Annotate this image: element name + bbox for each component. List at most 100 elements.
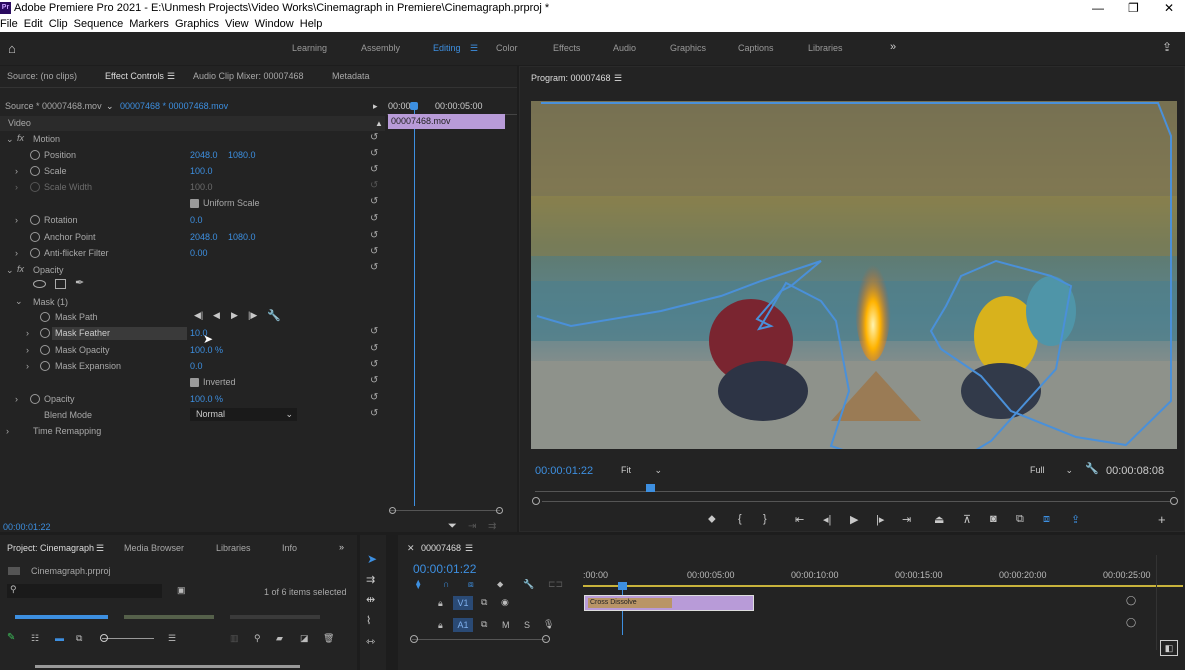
- track-back-frame-icon[interactable]: ◀: [213, 310, 220, 321]
- mask-expansion-value[interactable]: 0.0: [190, 359, 203, 374]
- ripple-edit-tool-icon[interactable]: ⇹: [366, 593, 375, 606]
- menu-help[interactable]: Help: [300, 18, 323, 30]
- collapse-chevron-icon[interactable]: ⌄: [6, 263, 14, 278]
- inverted-checkbox[interactable]: [190, 378, 199, 387]
- linked-selection-icon[interactable]: ⧈: [468, 579, 474, 590]
- sequence-clip-link[interactable]: 00007468 * 00007468.mov: [120, 99, 228, 114]
- menu-view[interactable]: View: [225, 18, 249, 30]
- track-backward-icon[interactable]: ◀|: [194, 310, 203, 321]
- tab-audio-clip-mixer[interactable]: Audio Clip Mixer: 00007468: [193, 71, 304, 81]
- workspace-graphics[interactable]: Graphics: [670, 43, 706, 53]
- pen-mask-icon[interactable]: ✒: [75, 276, 84, 289]
- more-workspaces-icon[interactable]: »: [890, 41, 896, 53]
- go-to-in-icon[interactable]: ⇤: [795, 513, 804, 526]
- go-to-out-icon[interactable]: ⇥: [902, 513, 911, 526]
- thumbnail[interactable]: [124, 615, 214, 619]
- fit-select[interactable]: Fit ⌄: [617, 463, 665, 477]
- fx-icon[interactable]: fx: [17, 131, 24, 146]
- video-frame[interactable]: [531, 101, 1177, 449]
- zoom-handle-right[interactable]: [542, 635, 550, 643]
- mini-clip-bar[interactable]: 00007468.mov: [388, 114, 505, 129]
- program-title[interactable]: Program: 00007468: [531, 71, 611, 86]
- ellipse-mask-icon[interactable]: [33, 280, 46, 288]
- step-forward-icon[interactable]: |▸: [876, 513, 884, 526]
- new-bin-icon[interactable]: ▣: [177, 585, 186, 596]
- reset-icon[interactable]: ↺: [370, 343, 378, 354]
- panel-menu-icon[interactable]: ☰: [167, 71, 175, 82]
- horizontal-scrollbar[interactable]: [35, 665, 300, 668]
- mark-out-icon[interactable]: }: [763, 513, 767, 525]
- rotation-value[interactable]: 0.0: [190, 213, 203, 228]
- workspace-libraries[interactable]: Libraries: [808, 43, 843, 53]
- workspace-learning[interactable]: Learning: [292, 43, 327, 53]
- stopwatch-icon[interactable]: [30, 248, 40, 258]
- expand-chevron-icon[interactable]: ›: [15, 164, 18, 179]
- wrench-icon[interactable]: 🔧: [1085, 462, 1099, 475]
- expand-chevron-icon[interactable]: ›: [15, 246, 18, 261]
- reset-icon[interactable]: ↺: [370, 392, 378, 403]
- anti-flicker-value[interactable]: 0.00: [190, 246, 208, 261]
- add-marker-icon[interactable]: ⬥: [708, 513, 716, 526]
- add-marker-icon[interactable]: ⬥: [497, 579, 503, 590]
- sync-lock-icon[interactable]: ⧉: [481, 619, 487, 630]
- thumbnail-selected[interactable]: [15, 615, 108, 619]
- thumbnail[interactable]: [230, 615, 320, 619]
- workspace-color[interactable]: Color: [496, 43, 518, 53]
- reset-icon[interactable]: ↺: [370, 164, 378, 175]
- wrench-icon[interactable]: 🔧: [523, 579, 534, 590]
- maximize-button[interactable]: ❐: [1128, 1, 1139, 15]
- expand-chevron-icon[interactable]: ›: [6, 424, 9, 439]
- close-button[interactable]: ✕: [1164, 1, 1174, 15]
- reset-icon[interactable]: ↺: [370, 375, 378, 386]
- stopwatch-icon[interactable]: [30, 232, 40, 242]
- stopwatch-icon[interactable]: [30, 166, 40, 176]
- freeform-view-icon[interactable]: ⧉: [76, 633, 82, 644]
- sort-icon[interactable]: ☰: [168, 633, 176, 644]
- menu-edit[interactable]: Edit: [24, 18, 43, 30]
- track-forward-frame-icon[interactable]: ▶: [231, 310, 238, 321]
- expand-chevron-icon[interactable]: ›: [26, 343, 29, 358]
- collapse-chevron-icon[interactable]: ⌄: [6, 132, 14, 147]
- tab-effect-controls[interactable]: Effect Controls: [105, 71, 164, 81]
- microphone-icon[interactable]: 🎙: [543, 619, 554, 630]
- reset-icon[interactable]: ↺: [370, 196, 378, 207]
- stopwatch-icon[interactable]: [30, 394, 40, 404]
- slip-tool-icon[interactable]: ⇿: [366, 635, 375, 648]
- filter-icon[interactable]: ⏷: [448, 519, 457, 534]
- extract-icon[interactable]: ⊼: [963, 513, 971, 526]
- selection-tool-icon[interactable]: ➤: [367, 552, 377, 566]
- mute-button[interactable]: M: [502, 620, 510, 630]
- add-button-icon[interactable]: +: [1158, 512, 1166, 527]
- workspace-editing[interactable]: Editing: [433, 43, 461, 53]
- wrench-icon[interactable]: 🔧: [267, 309, 281, 322]
- panel-menu-icon[interactable]: ☰: [96, 541, 104, 556]
- zoom-slider-handle[interactable]: [100, 634, 108, 642]
- effect-controls-timecode[interactable]: 00:00:01:22: [3, 520, 51, 535]
- scale-value[interactable]: 100.0: [190, 164, 213, 179]
- zoom-handle-left[interactable]: [389, 507, 396, 514]
- menu-window[interactable]: Window: [255, 18, 294, 30]
- search-icon[interactable]: ⚲: [254, 633, 261, 644]
- comparison-view-icon[interactable]: ⧉: [1016, 513, 1024, 526]
- work-area-bar[interactable]: [583, 585, 1183, 587]
- tab-project[interactable]: Project: Cinemagraph: [7, 541, 94, 556]
- new-bin-icon[interactable]: ▰: [276, 633, 283, 644]
- program-scrub-ruler[interactable]: [535, 484, 1175, 492]
- menu-graphics[interactable]: Graphics: [175, 18, 219, 30]
- trash-icon[interactable]: 🗑: [323, 633, 334, 644]
- tab-info[interactable]: Info: [282, 541, 297, 556]
- tab-metadata[interactable]: Metadata: [332, 71, 370, 81]
- project-search-input[interactable]: ⚲: [7, 584, 162, 598]
- tab-source[interactable]: Source: (no clips): [7, 71, 77, 81]
- workspace-effects[interactable]: Effects: [553, 43, 580, 53]
- minimize-button[interactable]: —: [1092, 1, 1104, 15]
- expand-chevron-icon[interactable]: ›: [26, 359, 29, 374]
- step-back-icon[interactable]: ◂|: [823, 513, 831, 526]
- solo-button[interactable]: S: [524, 620, 530, 630]
- reset-icon[interactable]: ↺: [370, 246, 378, 257]
- mark-in-icon[interactable]: {: [738, 513, 742, 525]
- tab-libraries[interactable]: Libraries: [216, 541, 251, 556]
- menu-clip[interactable]: Clip: [49, 18, 68, 30]
- reset-icon[interactable]: ↺: [370, 326, 378, 337]
- share-icon[interactable]: ⇪: [1162, 40, 1172, 54]
